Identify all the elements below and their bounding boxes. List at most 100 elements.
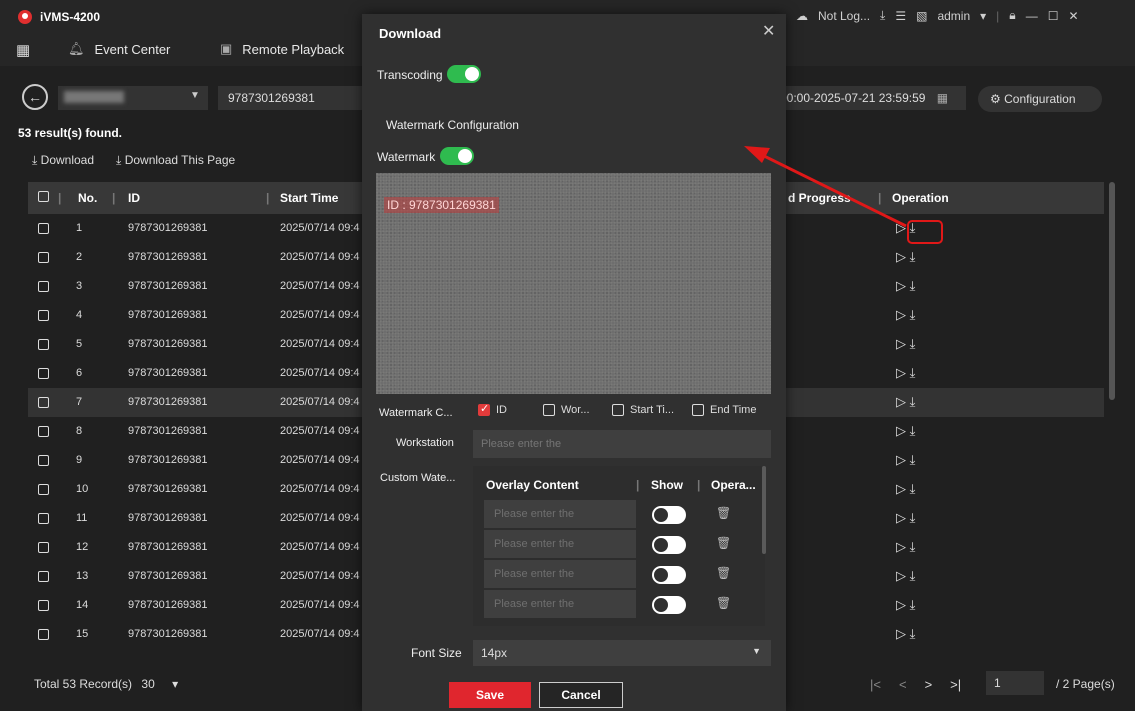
play-icon[interactable]: ▷: [896, 307, 906, 322]
play-icon[interactable]: ▷: [896, 278, 906, 293]
prev-page-icon[interactable]: <: [899, 677, 907, 692]
tab-remote-playback[interactable]: ▣ Remote Playback: [220, 41, 344, 57]
close-icon[interactable]: ✕: [1068, 9, 1078, 23]
download-button[interactable]: ⤓ Download: [32, 153, 94, 168]
play-icon[interactable]: ▷: [896, 336, 906, 351]
row-checkbox[interactable]: [38, 513, 49, 524]
checkbox[interactable]: [612, 404, 624, 416]
cancel-button[interactable]: Cancel: [539, 682, 623, 708]
row-checkbox[interactable]: [38, 542, 49, 553]
download-icon[interactable]: ⤓: [910, 336, 916, 351]
table-scrollbar[interactable]: [1109, 182, 1115, 400]
cloud-icon[interactable]: ☁: [796, 9, 808, 23]
row-checkbox[interactable]: [38, 629, 49, 640]
custom-table-scrollbar[interactable]: [762, 466, 766, 554]
option-id[interactable]: ID: [478, 402, 507, 416]
option-start-time[interactable]: Start Ti...: [612, 404, 674, 416]
image-icon[interactable]: ▧: [916, 9, 927, 23]
row-checkbox[interactable]: [38, 252, 49, 263]
play-icon[interactable]: ▷: [896, 539, 906, 554]
show-toggle[interactable]: [652, 566, 686, 584]
lock-icon[interactable]: 🔒︎: [1009, 8, 1015, 23]
play-icon[interactable]: ▷: [896, 481, 906, 496]
trash-icon[interactable]: 🗑︎: [716, 566, 731, 580]
option-workstation[interactable]: Wor...: [543, 404, 590, 416]
show-toggle[interactable]: [652, 596, 686, 614]
download-icon[interactable]: ⤓: [910, 626, 916, 641]
transcoding-toggle[interactable]: [447, 65, 481, 83]
row-checkbox[interactable]: [38, 223, 49, 234]
last-page-icon[interactable]: >|: [950, 677, 961, 692]
module-grid-icon[interactable]: ▦: [16, 41, 30, 59]
row-checkbox[interactable]: [38, 339, 49, 350]
play-icon[interactable]: ▷: [896, 423, 906, 438]
select-all-checkbox[interactable]: [38, 191, 49, 205]
id-search-input[interactable]: 9787301269381: [218, 86, 368, 110]
row-checkbox[interactable]: [38, 484, 49, 495]
checkbox[interactable]: [692, 404, 704, 416]
calendar-icon[interactable]: ▦: [937, 91, 948, 105]
trash-icon[interactable]: 🗑︎: [716, 506, 731, 520]
trash-icon[interactable]: 🗑︎: [716, 536, 731, 550]
option-end-time[interactable]: End Time: [692, 404, 756, 416]
maximize-icon[interactable]: ☐: [1048, 9, 1059, 23]
overlay-content-input[interactable]: Please enter the: [484, 500, 636, 528]
play-icon[interactable]: ▷: [896, 394, 906, 409]
download-icon[interactable]: ⤓: [910, 510, 916, 525]
checkbox[interactable]: [543, 404, 555, 416]
user-menu[interactable]: admin: [937, 9, 970, 23]
time-range-input[interactable]: 00:00-2025-07-21 23:59:59 ▦: [776, 86, 966, 110]
download-icon[interactable]: ⤓: [910, 481, 916, 496]
next-page-icon[interactable]: >: [925, 677, 933, 692]
font-size-select[interactable]: 14px ▼: [473, 640, 771, 666]
login-status[interactable]: Not Log...: [818, 9, 870, 23]
play-icon[interactable]: ▷: [896, 365, 906, 380]
play-icon[interactable]: ▷: [896, 626, 906, 641]
play-icon[interactable]: ▷: [896, 597, 906, 612]
overlay-content-input[interactable]: Please enter the: [484, 560, 636, 588]
download-tray-icon[interactable]: ⤓: [880, 8, 885, 23]
row-checkbox[interactable]: [38, 310, 49, 321]
show-toggle[interactable]: [652, 536, 686, 554]
download-icon[interactable]: ⤓: [910, 365, 916, 380]
row-checkbox[interactable]: [38, 571, 49, 582]
workstation-input[interactable]: [473, 430, 771, 458]
row-checkbox[interactable]: [38, 600, 49, 611]
overlay-content-input[interactable]: Please enter the: [484, 530, 636, 558]
download-icon[interactable]: ⤓: [910, 423, 916, 438]
first-page-icon[interactable]: |<: [870, 677, 881, 692]
download-icon[interactable]: ⤓: [910, 539, 916, 554]
back-button[interactable]: ←: [22, 84, 48, 110]
checkbox[interactable]: [478, 402, 490, 416]
minimize-icon[interactable]: —: [1026, 9, 1038, 23]
play-icon[interactable]: ▷: [896, 220, 906, 235]
row-checkbox[interactable]: [38, 426, 49, 437]
save-button[interactable]: Save: [449, 682, 531, 708]
chevron-down-icon[interactable]: ▾: [980, 9, 986, 23]
watermark-toggle[interactable]: [440, 147, 474, 165]
download-page-button[interactable]: ⤓ Download This Page: [116, 153, 235, 168]
configuration-button[interactable]: ⚙ Configuration: [978, 86, 1102, 112]
row-checkbox[interactable]: [38, 368, 49, 379]
per-page-select[interactable]: 30 ▾: [141, 677, 178, 691]
overlay-content-input[interactable]: Please enter the: [484, 590, 636, 618]
download-icon[interactable]: ⤓: [910, 568, 916, 583]
row-checkbox[interactable]: [38, 455, 49, 466]
download-icon[interactable]: ⤓: [910, 452, 916, 467]
tab-event-center[interactable]: 🔔︎ Event Center: [68, 41, 170, 57]
download-icon[interactable]: ⤓: [910, 249, 916, 264]
list-icon[interactable]: ☰: [895, 9, 906, 23]
download-icon[interactable]: ⤓: [910, 394, 916, 409]
row-checkbox[interactable]: [38, 397, 49, 408]
download-icon[interactable]: ⤓: [910, 278, 916, 293]
download-icon[interactable]: ⤓: [910, 307, 916, 322]
close-icon[interactable]: ✕: [762, 21, 775, 41]
play-icon[interactable]: ▷: [896, 568, 906, 583]
play-icon[interactable]: ▷: [896, 510, 906, 525]
row-checkbox[interactable]: [38, 281, 49, 292]
play-icon[interactable]: ▷: [896, 452, 906, 467]
page-number-input[interactable]: 1: [986, 671, 1044, 695]
download-icon[interactable]: ⤓: [910, 597, 916, 612]
show-toggle[interactable]: [652, 506, 686, 524]
play-icon[interactable]: ▷: [896, 249, 906, 264]
